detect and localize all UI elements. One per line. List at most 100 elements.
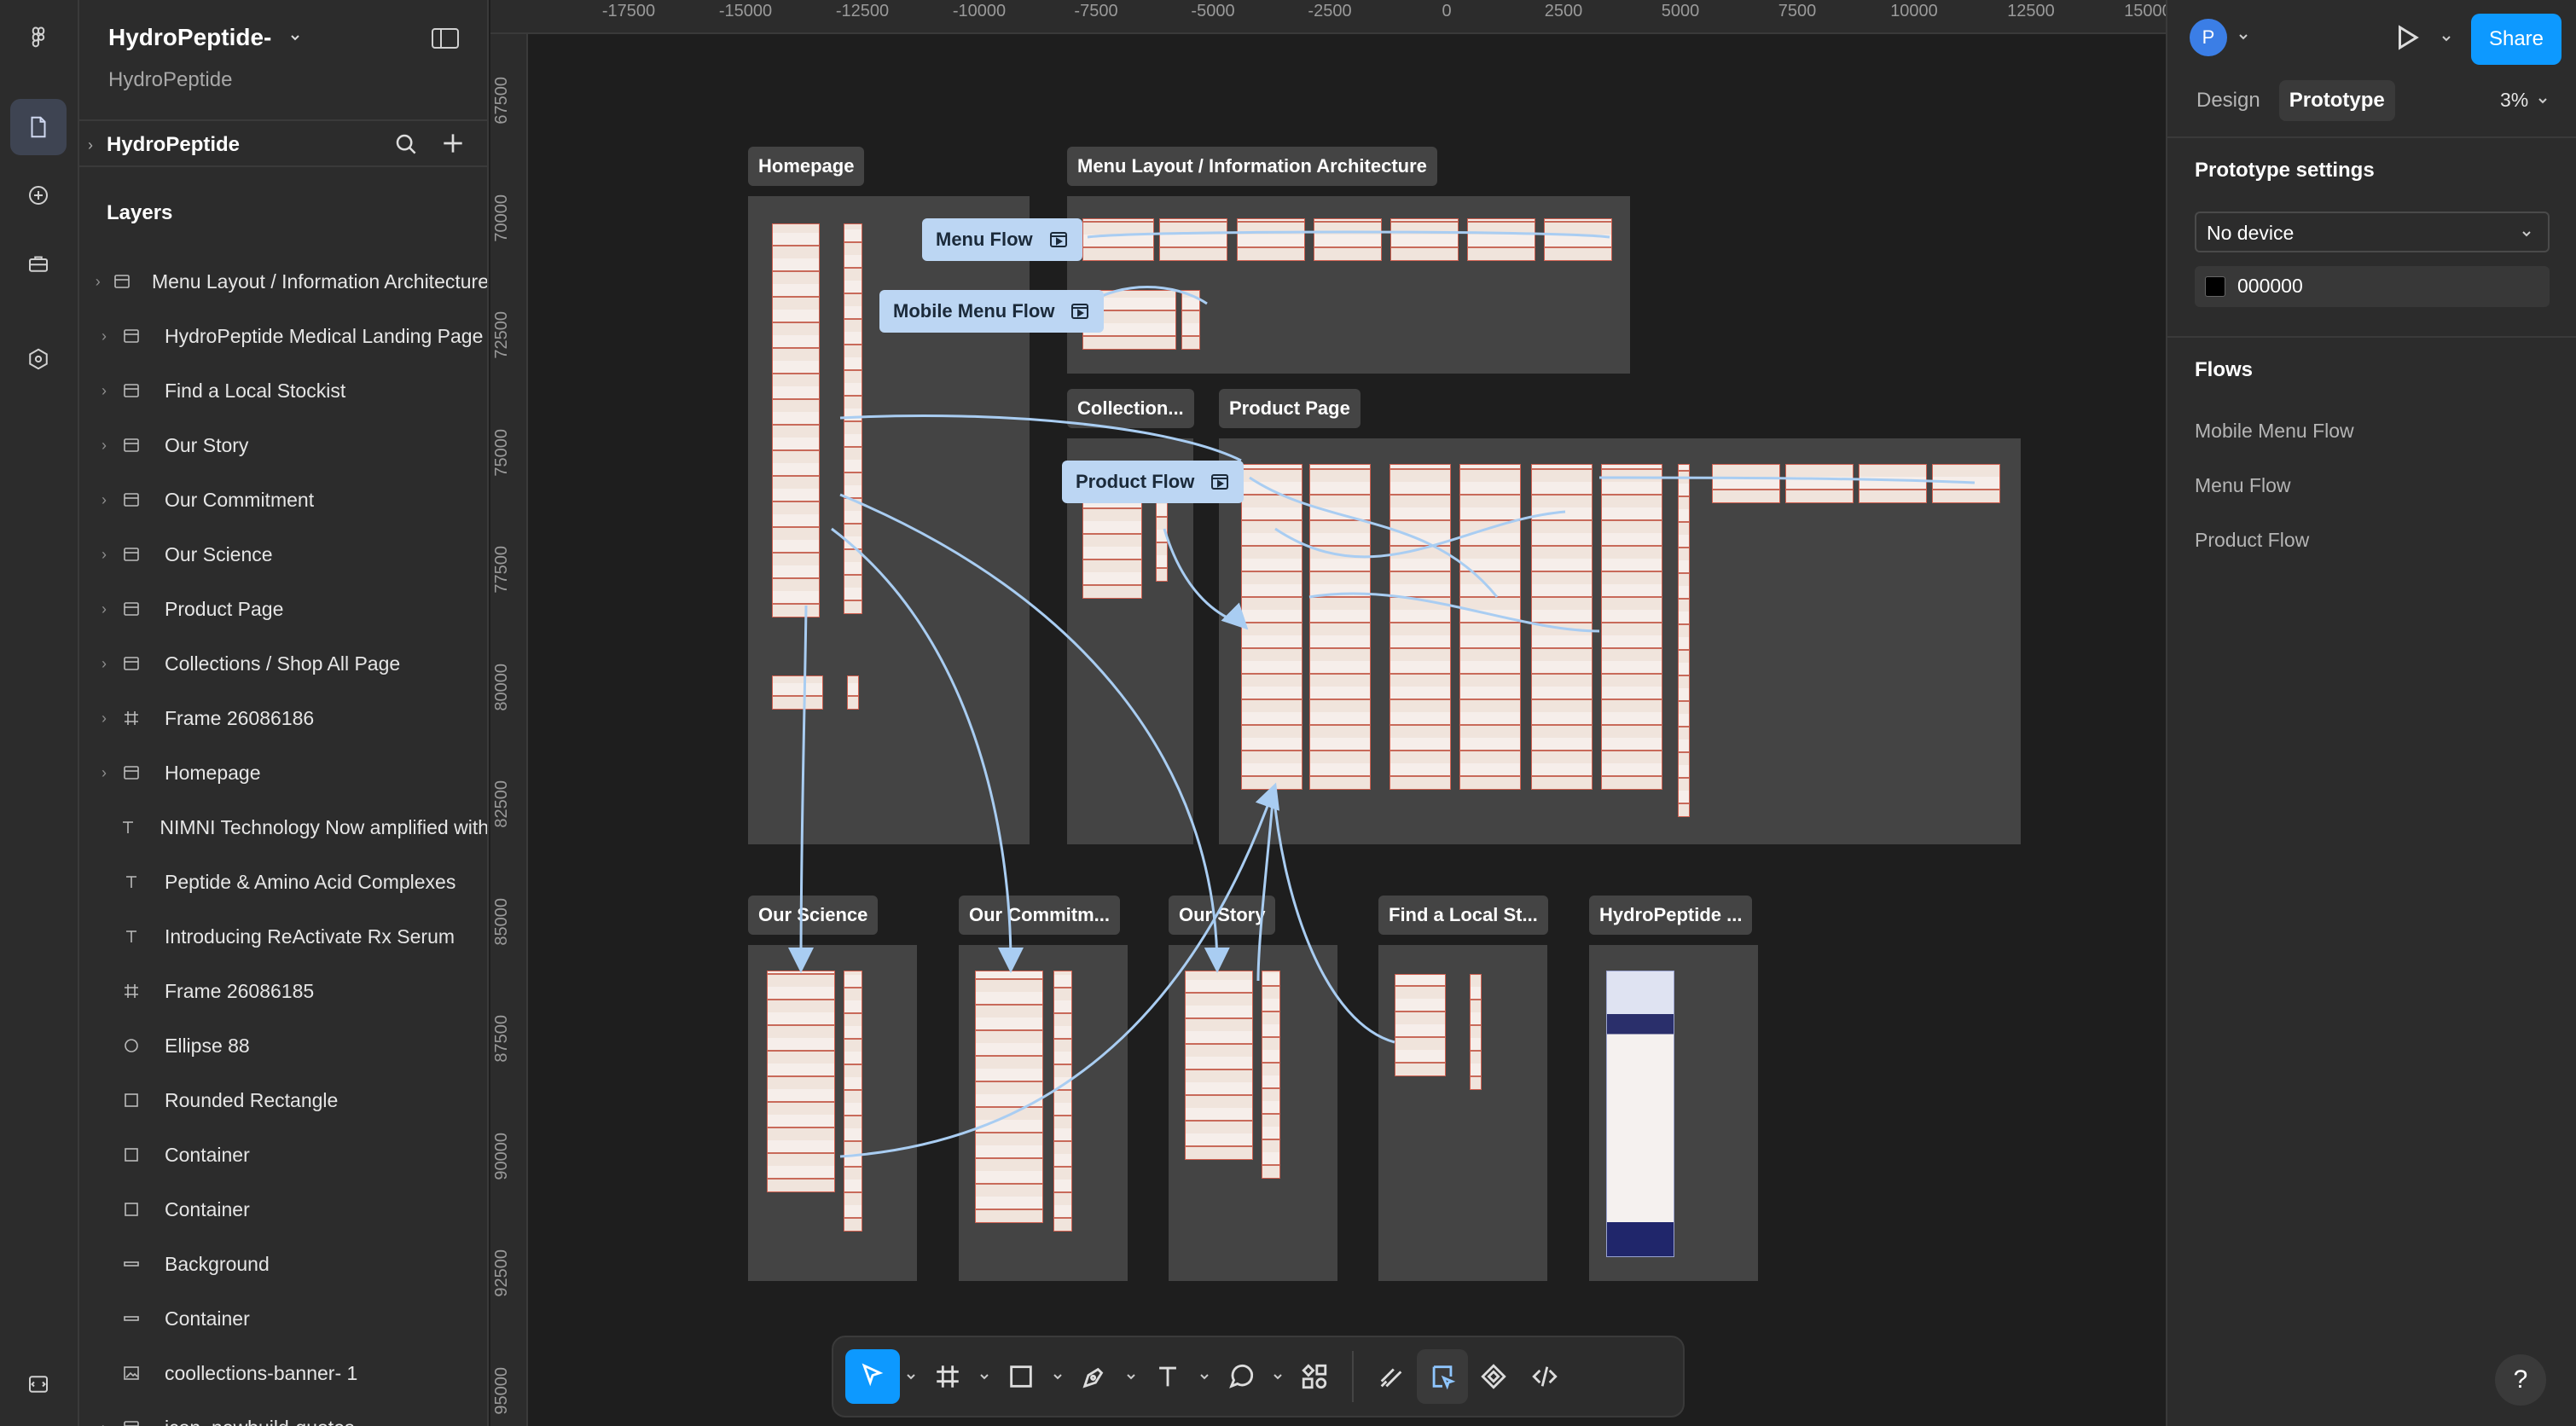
layer-row[interactable]: › Find a Local Stockist: [79, 363, 487, 418]
layer-row[interactable]: Container: [79, 1127, 487, 1182]
layer-row[interactable]: › Frame 26086186: [79, 691, 487, 745]
layer-row[interactable]: Container: [79, 1291, 487, 1346]
zoom-control[interactable]: 3%: [2500, 89, 2549, 112]
layer-row[interactable]: coollections-banner- 1: [79, 1346, 487, 1400]
figma-logo-icon[interactable]: [10, 10, 67, 67]
chevron-right-icon[interactable]: ›: [79, 437, 113, 455]
frame-icon: [117, 981, 146, 1001]
page-selector[interactable]: › HydroPeptide: [79, 119, 487, 167]
help-button[interactable]: ?: [2495, 1354, 2546, 1406]
plugins-icon[interactable]: [10, 331, 67, 387]
line-icon: [117, 1308, 146, 1329]
sidebar-toggle-icon[interactable]: [431, 26, 460, 51]
share-button[interactable]: Share: [2471, 14, 2561, 65]
chevron-down-icon[interactable]: [1047, 1371, 1069, 1383]
chevron-right-icon[interactable]: ›: [79, 491, 113, 509]
chevron-right-icon[interactable]: ›: [79, 546, 113, 564]
prototype-connections: [788, 230, 1976, 1158]
layer-name: Collections / Shop All Page: [165, 652, 401, 675]
chevron-right-icon[interactable]: ›: [79, 273, 107, 291]
chevron-right-icon[interactable]: ›: [79, 710, 113, 727]
layer-name: Ellipse 88: [165, 1034, 250, 1057]
flow-item-mobile-menu-flow[interactable]: Mobile Menu Flow: [2195, 420, 2354, 443]
chevron-right-icon[interactable]: ›: [79, 764, 113, 782]
layer-row[interactable]: › icon_newbuild-quotes: [79, 1400, 487, 1426]
flow-item-product-flow[interactable]: Product Flow: [2195, 529, 2309, 552]
dev-mode-icon[interactable]: [10, 1356, 67, 1412]
file-title[interactable]: HydroPeptide-: [108, 24, 302, 51]
present-play-icon[interactable]: [2391, 22, 2422, 53]
chevron-right-icon[interactable]: ›: [79, 382, 113, 400]
chevron-right-icon[interactable]: ›: [79, 600, 113, 618]
color-swatch[interactable]: [2205, 276, 2225, 297]
rectangle-tool-icon[interactable]: [995, 1349, 1047, 1404]
layer-name: Product Page: [165, 597, 284, 620]
layer-name: Our Commitment: [165, 488, 315, 511]
rectangle-icon: [117, 1090, 146, 1110]
comment-tool-icon[interactable]: [1215, 1349, 1267, 1404]
add-icon[interactable]: [10, 167, 67, 223]
flow-start-mobile-menu-flow[interactable]: Mobile Menu Flow: [879, 290, 1105, 333]
ruler-tick-label: -7500: [1074, 2, 1118, 20]
move-tool-icon[interactable]: [845, 1349, 900, 1404]
search-icon[interactable]: [393, 131, 419, 157]
chevron-right-icon[interactable]: ›: [79, 655, 113, 673]
section-icon: [117, 380, 146, 401]
text-tool-icon[interactable]: [1142, 1349, 1193, 1404]
layer-row[interactable]: › Product Page: [79, 582, 487, 636]
current-page-name: HydroPeptide: [107, 133, 241, 156]
layer-row[interactable]: Ellipse 88: [79, 1018, 487, 1073]
layer-row[interactable]: › Menu Layout / Information Architecture: [79, 254, 487, 309]
ruler-vertical: 67500 70000 72500 75000 77500 80000 82500 85000…: [490, 34, 528, 1426]
frame-icon: [117, 708, 146, 728]
chevron-down-icon[interactable]: [2237, 31, 2249, 43]
chevron-down-icon[interactable]: [1193, 1371, 1215, 1383]
layer-row[interactable]: Introducing ReActivate Rx Serum: [79, 909, 487, 964]
file-pages-icon[interactable]: [10, 99, 67, 155]
layer-row[interactable]: Background: [79, 1237, 487, 1291]
layer-row[interactable]: › Our Science: [79, 527, 487, 582]
layer-row[interactable]: Container: [79, 1182, 487, 1237]
chevron-down-icon[interactable]: [1120, 1371, 1142, 1383]
layer-row[interactable]: Peptide & Amino Acid Complexes: [79, 855, 487, 909]
dev-mode-code-icon[interactable]: [1519, 1349, 1570, 1404]
layer-name: Frame 26086185: [165, 979, 315, 1002]
pen-tool-icon[interactable]: [1069, 1349, 1120, 1404]
draw-mode-icon[interactable]: [1366, 1349, 1417, 1404]
ruler-tick-label: -12500: [835, 2, 890, 20]
section-icon: [111, 271, 133, 292]
actions-tool-icon[interactable]: [1289, 1349, 1340, 1404]
chevron-down-icon[interactable]: [2440, 32, 2452, 44]
avatar[interactable]: P: [2190, 19, 2227, 56]
device-select[interactable]: No device: [2195, 212, 2550, 252]
flow-start-product-flow[interactable]: Product Flow: [1062, 461, 1244, 503]
chevron-down-icon[interactable]: [1267, 1371, 1289, 1383]
chevron-down-icon[interactable]: [900, 1371, 922, 1383]
layer-row[interactable]: Rounded Rectangle: [79, 1073, 487, 1127]
tab-prototype[interactable]: Prototype: [2278, 80, 2395, 121]
toolbar-divider: [1352, 1351, 1354, 1402]
chevron-down-icon[interactable]: [973, 1371, 995, 1383]
layer-row[interactable]: › Our Story: [79, 418, 487, 472]
design-mode-icon[interactable]: [1417, 1349, 1468, 1404]
layer-row[interactable]: › Homepage: [79, 745, 487, 800]
tab-design[interactable]: Design: [2186, 80, 2271, 121]
component-mode-icon[interactable]: [1468, 1349, 1519, 1404]
layer-row[interactable]: › Collections / Shop All Page: [79, 636, 487, 691]
flow-chip-label: Product Flow: [1076, 471, 1195, 492]
layer-row[interactable]: › Our Commitment: [79, 472, 487, 527]
layer-name: Container: [165, 1307, 250, 1330]
image-icon: [117, 1363, 146, 1383]
assets-briefcase-icon[interactable]: [10, 235, 67, 292]
flow-start-menu-flow[interactable]: Menu Flow: [922, 218, 1082, 261]
design-canvas[interactable]: Homepage Menu Layout / Information Archi…: [490, 0, 2166, 1426]
add-page-icon[interactable]: [439, 130, 467, 157]
frame-tool-icon[interactable]: [922, 1349, 973, 1404]
chevron-right-icon[interactable]: ›: [79, 1419, 113, 1426]
flow-item-menu-flow[interactable]: Menu Flow: [2195, 474, 2290, 497]
layer-row[interactable]: NIMNI Technology Now amplified with: [79, 800, 487, 855]
chevron-right-icon[interactable]: ›: [79, 328, 113, 345]
layer-row[interactable]: Frame 26086185: [79, 964, 487, 1018]
layer-row[interactable]: › HydroPeptide Medical Landing Page: [79, 309, 487, 363]
background-color-field[interactable]: 000000: [2195, 266, 2550, 307]
